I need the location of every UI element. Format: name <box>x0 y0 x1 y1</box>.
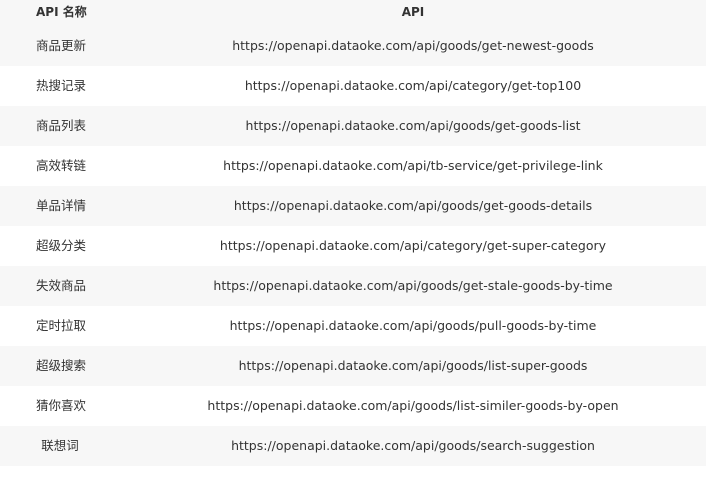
api-name-cell: 商品列表 <box>0 106 120 146</box>
api-url-cell: https://openapi.dataoke.com/api/goods/ge… <box>120 106 706 146</box>
table-body: 商品更新 https://openapi.dataoke.com/api/goo… <box>0 26 706 466</box>
api-name-cell: 猜你喜欢 <box>0 386 120 426</box>
api-url-cell: https://openapi.dataoke.com/api/goods/ge… <box>120 186 706 226</box>
table-row: 热搜记录 https://openapi.dataoke.com/api/cat… <box>0 66 706 106</box>
api-url-cell: https://openapi.dataoke.com/api/category… <box>120 226 706 266</box>
column-header-api: API <box>120 0 706 26</box>
api-name-cell: 热搜记录 <box>0 66 120 106</box>
api-url-cell: https://openapi.dataoke.com/api/goods/ge… <box>120 266 706 306</box>
api-name-cell: 单品详情 <box>0 186 120 226</box>
api-name-cell: 失效商品 <box>0 266 120 306</box>
table-row: 失效商品 https://openapi.dataoke.com/api/goo… <box>0 266 706 306</box>
api-table: API 名称 API 商品更新 https://openapi.dataoke.… <box>0 0 706 466</box>
table-row: 猜你喜欢 https://openapi.dataoke.com/api/goo… <box>0 386 706 426</box>
api-url-cell: https://openapi.dataoke.com/api/goods/se… <box>120 426 706 466</box>
api-name-cell: 高效转链 <box>0 146 120 186</box>
table-row: 单品详情 https://openapi.dataoke.com/api/goo… <box>0 186 706 226</box>
table-row: 超级分类 https://openapi.dataoke.com/api/cat… <box>0 226 706 266</box>
api-url-cell: https://openapi.dataoke.com/api/category… <box>120 66 706 106</box>
table-row: 高效转链 https://openapi.dataoke.com/api/tb-… <box>0 146 706 186</box>
api-url-cell: https://openapi.dataoke.com/api/goods/li… <box>120 346 706 386</box>
table-row: 商品更新 https://openapi.dataoke.com/api/goo… <box>0 26 706 66</box>
api-name-cell: 超级搜索 <box>0 346 120 386</box>
column-header-api-name: API 名称 <box>0 0 120 26</box>
api-url-cell: https://openapi.dataoke.com/api/goods/pu… <box>120 306 706 346</box>
table-row: 商品列表 https://openapi.dataoke.com/api/goo… <box>0 106 706 146</box>
api-url-cell: https://openapi.dataoke.com/api/goods/ge… <box>120 26 706 66</box>
table-row: 超级搜索 https://openapi.dataoke.com/api/goo… <box>0 346 706 386</box>
api-url-cell: https://openapi.dataoke.com/api/goods/li… <box>120 386 706 426</box>
api-name-cell: 联想词 <box>0 426 120 466</box>
header-row: API 名称 API <box>0 0 706 26</box>
api-name-cell: 超级分类 <box>0 226 120 266</box>
api-name-cell: 商品更新 <box>0 26 120 66</box>
api-url-cell: https://openapi.dataoke.com/api/tb-servi… <box>120 146 706 186</box>
table-row: 联想词 https://openapi.dataoke.com/api/good… <box>0 426 706 466</box>
table-row: 定时拉取 https://openapi.dataoke.com/api/goo… <box>0 306 706 346</box>
table-header: API 名称 API <box>0 0 706 26</box>
api-name-cell: 定时拉取 <box>0 306 120 346</box>
